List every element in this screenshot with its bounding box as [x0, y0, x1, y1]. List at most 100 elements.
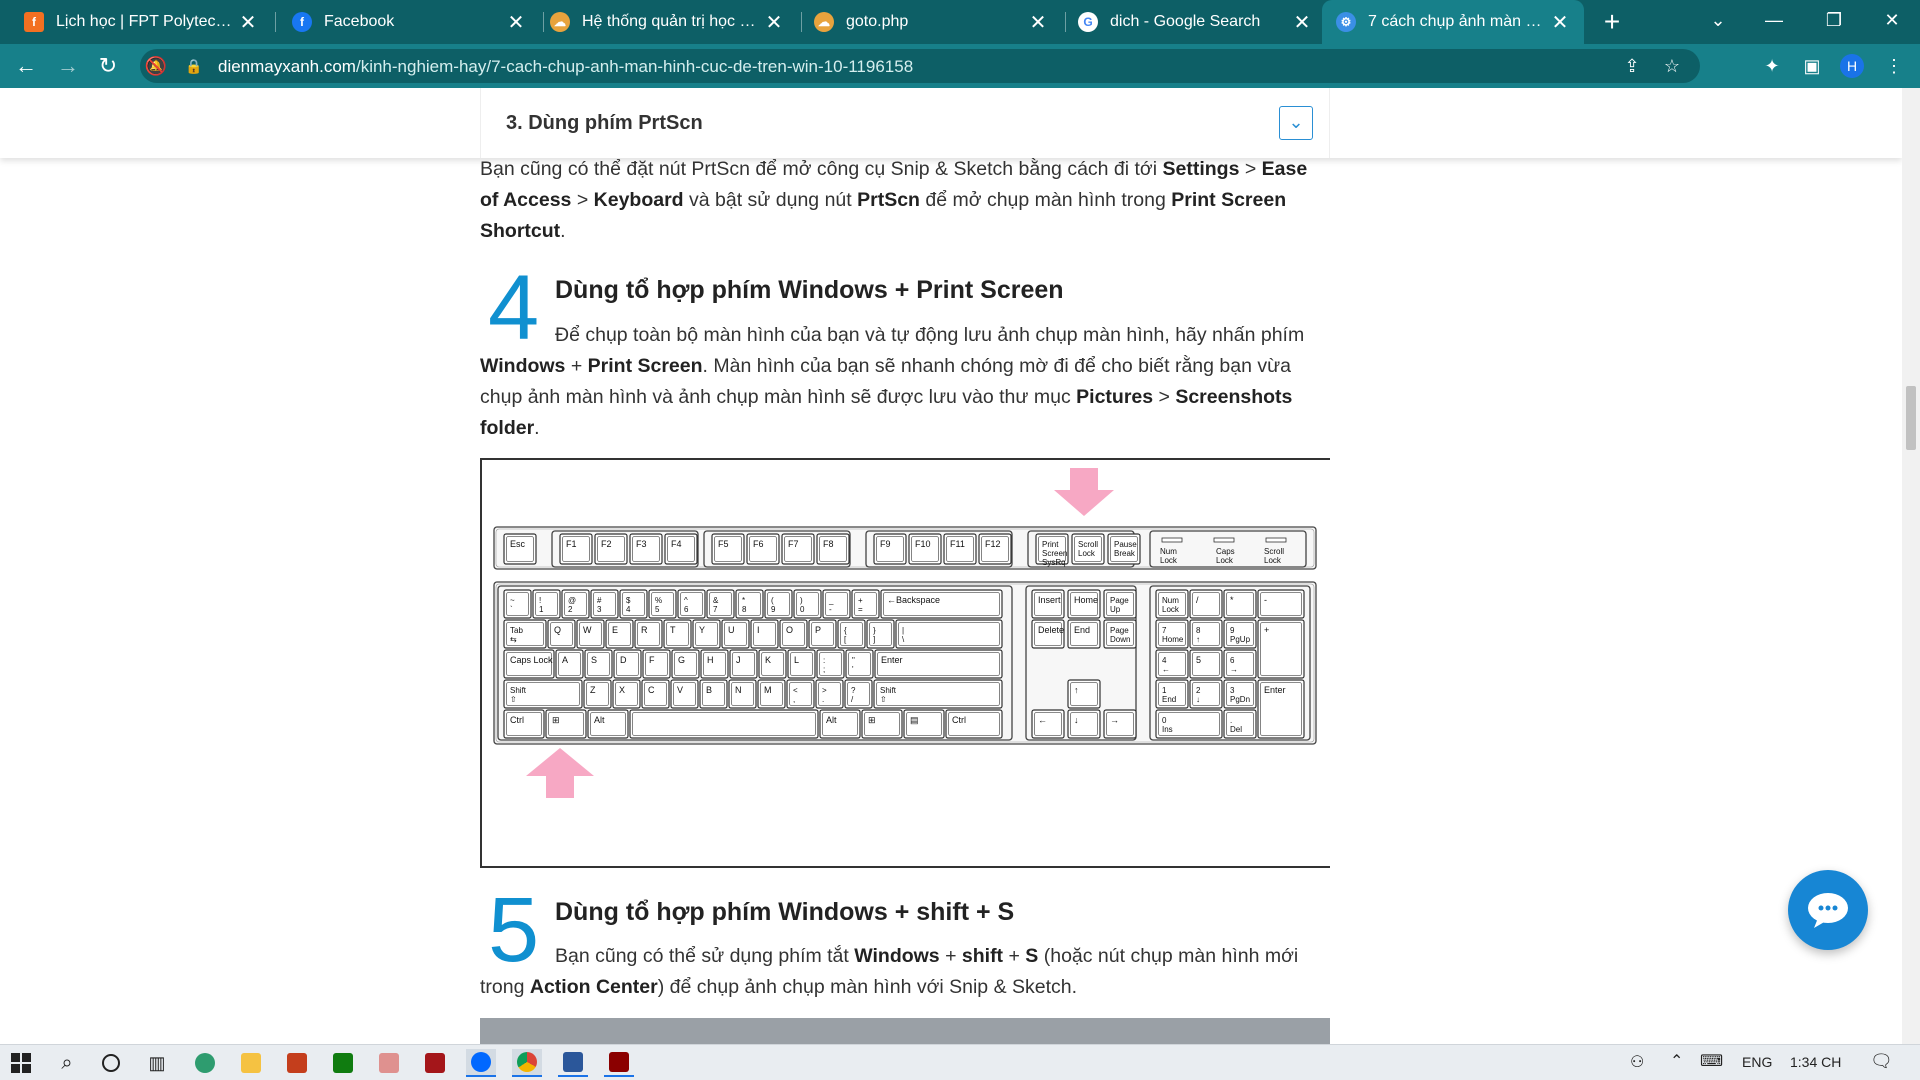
xbox-icon[interactable]: [328, 1049, 358, 1077]
key-symbol: "': [845, 649, 874, 679]
back-icon[interactable]: ←: [10, 50, 42, 82]
lock-icon[interactable]: 🔒: [180, 52, 208, 80]
key-left-ctrl: Ctrl: [503, 709, 545, 739]
key-label: Scroll: [1078, 540, 1098, 549]
key-w: W: [576, 619, 605, 649]
share-icon[interactable]: ⇪: [1618, 52, 1646, 80]
search-icon[interactable]: ⌕: [52, 1049, 82, 1077]
key-label: 9: [1230, 626, 1235, 635]
restore-icon[interactable]: ❐: [1806, 0, 1862, 44]
key-symbol: ?/: [844, 679, 873, 709]
powerpoint-icon[interactable]: [282, 1049, 312, 1077]
key-label: Esc: [510, 539, 526, 549]
close-tab-icon[interactable]: ✕: [1292, 10, 1312, 35]
key-label: PgDn: [1230, 695, 1250, 704]
app-red-icon[interactable]: [420, 1049, 450, 1077]
key-navigation: PageDown: [1103, 619, 1137, 649]
extensions-icon[interactable]: ✦: [1758, 52, 1786, 80]
key-number-row: !1: [532, 589, 561, 619]
start-windows-icon[interactable]: [6, 1049, 36, 1077]
tab-title: Lịch học | FPT Polytechnic: [56, 13, 232, 30]
people-icon[interactable]: ⚇: [1630, 1052, 1644, 1072]
bold-term: Settings: [1162, 158, 1240, 180]
notifications-blocked-icon[interactable]: 🔕: [142, 52, 170, 80]
close-tab-icon[interactable]: ✕: [1550, 10, 1570, 35]
language-indicator[interactable]: ENG: [1742, 1054, 1772, 1070]
cortana-icon[interactable]: [96, 1049, 126, 1077]
close-tab-icon[interactable]: ✕: [1028, 10, 1048, 35]
key-label: &: [713, 596, 719, 605]
chrome-icon[interactable]: [512, 1049, 542, 1077]
close-tab-icon[interactable]: ✕: [238, 10, 258, 35]
clock[interactable]: 1:34 CH: [1790, 1054, 1841, 1070]
key-label: Home: [1074, 595, 1098, 605]
edge-icon[interactable]: [190, 1049, 220, 1077]
tab-goto[interactable]: ☁ goto.php ✕: [800, 0, 1062, 44]
word-icon[interactable]: [558, 1049, 588, 1077]
bookmark-star-icon[interactable]: ☆: [1658, 52, 1686, 80]
bold-term: Keyboard: [593, 189, 684, 211]
key-space: [629, 709, 819, 739]
key-label: ←: [1162, 665, 1170, 674]
step-5-body: Bạn cũng có thể sử dụng phím tắt Windows…: [480, 941, 1330, 1003]
key-label: Up: [1110, 605, 1121, 614]
new-tab-button[interactable]: +: [1596, 6, 1628, 38]
toc-toggle-button[interactable]: ⌄: [1279, 106, 1313, 140]
key-label: 9: [771, 605, 776, 614]
minimize-icon[interactable]: —: [1746, 0, 1802, 44]
key-number-row: )0: [793, 589, 822, 619]
key-f: F: [642, 649, 671, 679]
show-hidden-icons-icon[interactable]: ⌃: [1670, 1051, 1683, 1071]
key-label: 2: [568, 605, 573, 614]
close-tab-icon[interactable]: ✕: [764, 10, 784, 35]
tab-facebook[interactable]: f Facebook ✕: [278, 0, 540, 44]
lock-light-label: Num: [1160, 547, 1177, 556]
key-label: }: [873, 626, 876, 635]
notification-center-icon[interactable]: 🗨: [1870, 1051, 1893, 1072]
close-tab-icon[interactable]: ✕: [506, 10, 526, 35]
tab-fpt-schedule[interactable]: f Lịch học | FPT Polytechnic ✕: [10, 0, 272, 44]
address-bar[interactable]: 🔕 🔒 dienmayxanh.com/kinh-nghiem-hay/7-ca…: [140, 49, 1700, 83]
chat-support-button[interactable]: [1788, 870, 1868, 950]
key-number-row: _-: [822, 589, 851, 619]
page-scrollbar[interactable]: [1902, 88, 1920, 1044]
profile-avatar[interactable]: H: [1840, 54, 1864, 78]
tab-lms[interactable]: ☁ Hệ thống quản trị học tập F ✕: [536, 0, 798, 44]
key-label: F4: [671, 539, 682, 549]
reload-icon[interactable]: ↻: [92, 50, 124, 82]
key-label: F11: [950, 539, 965, 549]
url-text[interactable]: dienmayxanh.com/kinh-nghiem-hay/7-cach-c…: [218, 57, 913, 77]
key-navigation: Insert: [1031, 589, 1065, 619]
scroll-thumb[interactable]: [1906, 386, 1916, 450]
key-label: S: [591, 655, 597, 665]
key-label: Z: [590, 685, 596, 695]
key-number-row: @2: [561, 589, 590, 619]
key-label: Page: [1110, 626, 1129, 635]
keyboard-icon[interactable]: ⌨: [1700, 1051, 1723, 1071]
key-label: _: [828, 596, 834, 605]
key-label: -: [829, 605, 832, 614]
app-game-icon[interactable]: [604, 1049, 634, 1077]
file-explorer-icon[interactable]: [236, 1049, 266, 1077]
key-numpad-del: .Del: [1223, 709, 1257, 739]
lock-light-label: Caps: [1216, 547, 1235, 556]
key-label: ↑: [1196, 635, 1200, 644]
key-label: |: [902, 626, 904, 635]
zalo-icon[interactable]: [466, 1049, 496, 1077]
key-backspace: ←Backspace: [880, 589, 1003, 619]
close-window-icon[interactable]: ✕: [1864, 0, 1920, 44]
tab-search-icon[interactable]: ⌄: [1690, 0, 1746, 44]
key-label: F9: [880, 539, 891, 549]
app-icon[interactable]: [374, 1049, 404, 1077]
task-view-icon[interactable]: ▥: [142, 1049, 172, 1077]
tab-google-search[interactable]: G dich - Google Search ✕: [1064, 0, 1326, 44]
key-esc: Esc: [503, 533, 537, 565]
tab-active-article[interactable]: ⚙ 7 cách chụp ảnh màn hình ✕: [1322, 0, 1584, 44]
menu-icon[interactable]: ⋮: [1880, 52, 1908, 80]
side-panel-icon[interactable]: ▣: [1798, 52, 1826, 80]
forward-icon[interactable]: →: [52, 50, 84, 82]
key-label: 6: [1230, 656, 1235, 665]
key-f4: F4: [664, 533, 698, 565]
key-number-row: ~`: [503, 589, 532, 619]
key-label: 4: [626, 605, 631, 614]
